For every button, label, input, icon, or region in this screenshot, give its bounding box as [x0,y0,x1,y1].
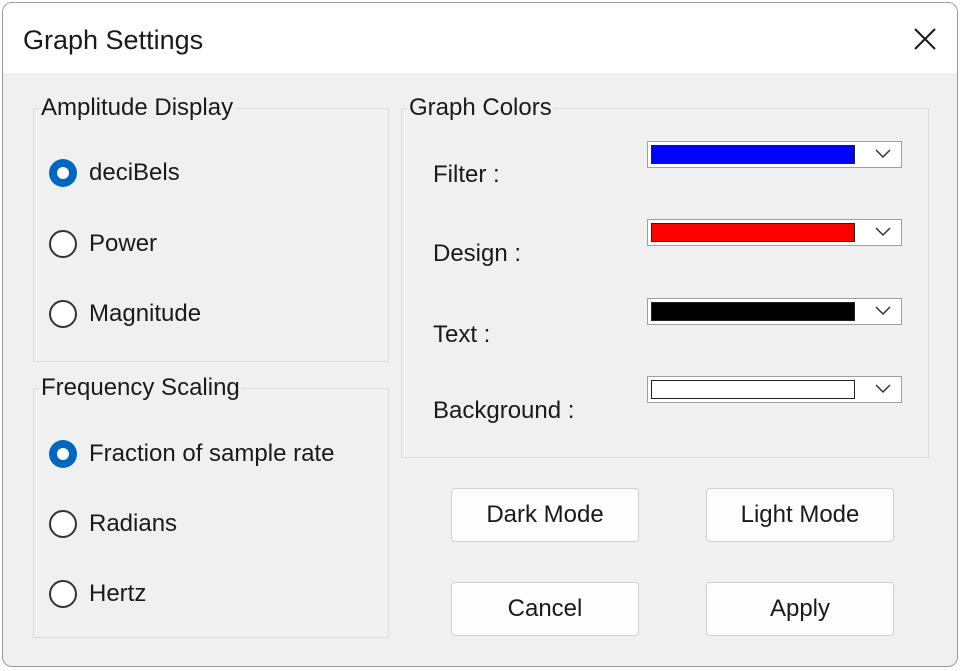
radio-hertz-indicator [49,580,77,608]
light-mode-button[interactable]: Light Mode [706,488,894,542]
background-color-label: Background : [433,397,575,424]
filter-color-dropdown[interactable] [647,141,902,168]
chevron-down-icon [875,149,891,159]
radio-fraction-label: Fraction of sample rate [89,440,335,467]
graph-settings-dialog: Graph Settings Amplitude Display deciBel… [2,2,958,667]
radio-fraction-of-sample-rate[interactable]: Fraction of sample rate [49,437,334,471]
design-color-label: Design : [433,240,522,267]
amplitude-display-label: Amplitude Display [39,93,236,123]
radio-power-indicator [49,230,77,258]
radio-fraction-indicator [49,440,77,468]
filter-color-label: Filter : [433,161,500,188]
radio-magnitude[interactable]: Magnitude [49,297,201,331]
radio-radians[interactable]: Radians [49,507,177,541]
cancel-button[interactable]: Cancel [451,582,639,636]
chevron-down-icon [875,384,891,394]
radio-power-label: Power [89,230,158,257]
radio-magnitude-indicator [49,300,77,328]
close-icon [914,28,936,50]
graph-colors-label: Graph Colors [407,93,554,123]
radio-decibels[interactable]: deciBels [49,156,180,190]
background-color-swatch [651,380,855,399]
filter-color-swatch [651,145,855,164]
radio-decibels-label: deciBels [89,159,180,186]
radio-radians-label: Radians [89,510,178,537]
close-button[interactable] [897,11,953,67]
radio-hertz-label: Hertz [89,580,147,607]
radio-magnitude-label: Magnitude [89,300,202,327]
background-color-dropdown[interactable] [647,376,902,403]
chevron-down-icon [875,227,891,237]
radio-radians-indicator [49,510,77,538]
radio-decibels-indicator [49,159,77,187]
chevron-down-icon [875,306,891,316]
apply-button[interactable]: Apply [706,582,894,636]
design-color-swatch [651,223,855,242]
text-color-swatch [651,302,855,321]
text-color-dropdown[interactable] [647,298,902,325]
title-bar: Graph Settings [3,3,957,73]
design-color-dropdown[interactable] [647,219,902,246]
dialog-title: Graph Settings [23,25,204,55]
dark-mode-button[interactable]: Dark Mode [451,488,639,542]
frequency-scaling-label: Frequency Scaling [39,373,242,403]
radio-power[interactable]: Power [49,227,157,261]
radio-hertz[interactable]: Hertz [49,577,146,611]
text-color-label: Text : [433,321,491,348]
